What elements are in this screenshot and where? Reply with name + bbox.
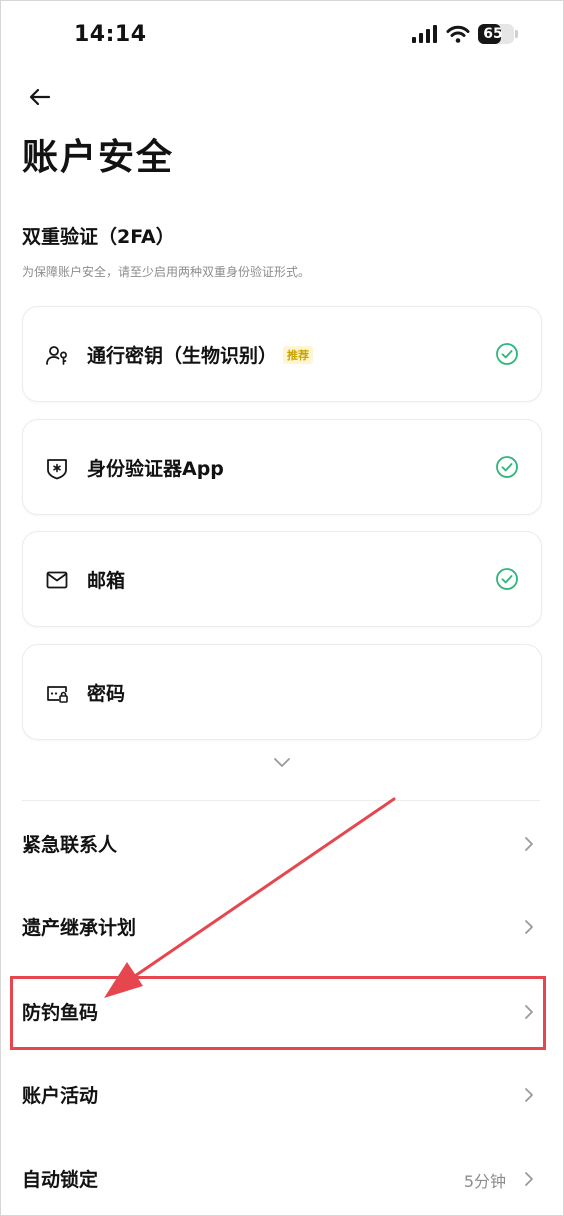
cellular-signal-icon [412, 25, 437, 43]
battery-cap [515, 30, 518, 38]
status-bar: 14:14 65 [0, 0, 564, 72]
section-divider [22, 800, 540, 801]
chevron-down-icon[interactable] [270, 752, 294, 772]
settings-item-account-activity[interactable]: 账户活动 [0, 1065, 564, 1125]
twofa-card-password[interactable]: 密码 [22, 644, 542, 740]
twofa-section-description: 为保障账户安全，请至少启用两种双重身份验证形式。 [22, 265, 311, 279]
settings-item-auto-lock[interactable]: 自动锁定 5分钟 [0, 1149, 564, 1209]
password-lock-icon [47, 686, 68, 703]
twofa-card-email[interactable]: 邮箱 [22, 531, 542, 627]
chevron-right-icon [525, 1172, 533, 1186]
settings-item-emergency-contact[interactable]: 紧急联系人 [0, 814, 564, 874]
twofa-section-title: 双重验证（2FA） [22, 226, 175, 248]
passkey-label: 通行密钥（生物识别） [87, 345, 278, 367]
chevron-right-icon [525, 920, 533, 934]
check-circle-icon [496, 343, 518, 365]
check-circle-icon [496, 456, 518, 478]
arrow-left-icon [29, 88, 51, 106]
settings-item-inheritance-plan[interactable]: 遗产继承计划 [0, 897, 564, 957]
twofa-card-passkey[interactable]: 通行密钥（生物识别） 推荐 [22, 306, 542, 402]
settings-item-label: 账户活动 [22, 1085, 99, 1107]
battery-level: 65 [483, 26, 503, 42]
settings-item-label: 紧急联系人 [22, 834, 118, 856]
authenticator-label: 身份验证器App [87, 458, 224, 480]
wifi-icon [446, 25, 470, 43]
page-title: 账户安全 [22, 137, 175, 178]
chevron-right-icon [525, 1088, 533, 1102]
email-label: 邮箱 [87, 570, 126, 592]
chevron-right-icon [525, 837, 533, 851]
status-time: 14:14 [74, 22, 147, 47]
email-icon [46, 571, 68, 589]
recommended-badge: 推荐 [283, 345, 314, 364]
twofa-card-authenticator[interactable]: 身份验证器App [22, 419, 542, 515]
settings-item-label: 自动锁定 [22, 1169, 99, 1191]
highlight-box [10, 976, 546, 1050]
battery-icon: 65 [478, 24, 518, 44]
twofa-card-label: 通行密钥（生物识别） 推荐 [87, 341, 314, 368]
settings-item-label: 遗产继承计划 [22, 917, 137, 939]
authenticator-shield-icon [47, 459, 67, 480]
password-label: 密码 [87, 683, 126, 705]
back-button[interactable] [24, 82, 56, 112]
auto-lock-value: 5分钟 [463, 1172, 506, 1191]
status-icons: 65 [412, 24, 518, 44]
check-circle-icon [496, 568, 518, 590]
passkey-person-icon [46, 346, 67, 365]
